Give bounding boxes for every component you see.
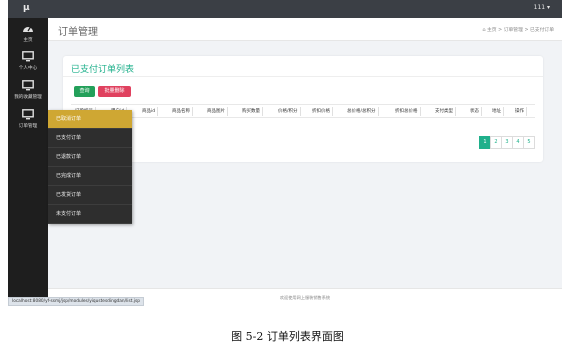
column-header-product-image[interactable]: 商品图片: [207, 105, 228, 118]
monitor-icon: [22, 51, 34, 62]
breadcrumb-home[interactable]: 主页: [487, 28, 497, 33]
sidebar-item-label: 个人中心: [18, 66, 38, 71]
column-header-discount-total[interactable]: 折扣总价格: [395, 105, 420, 118]
sidebar: 主页 个人中心 我的收藏管理 订单管理: [8, 18, 48, 306]
monitor-icon: [22, 80, 34, 91]
figure-caption: 图 5-2 订单列表界面图: [231, 330, 344, 343]
submenu-item-completed-orders[interactable]: 已完成订单: [48, 167, 132, 186]
submenu-item-refunded-orders[interactable]: 已退款订单: [48, 148, 132, 167]
sidebar-item-label: 订单管理: [18, 124, 38, 129]
breadcrumb-separator: >: [524, 28, 529, 33]
browser-status-url: localhost:8080/yf-ssmj/jsp/modules/yiqus…: [8, 297, 144, 306]
page-title: 订单管理: [58, 27, 98, 38]
top-navbar: μ 111 ▾: [8, 0, 562, 18]
home-icon: ⌂: [482, 28, 486, 33]
sidebar-item-label: 我的收藏管理: [14, 95, 42, 100]
column-header-actions: 操作: [515, 105, 527, 118]
column-header-status[interactable]: 状态: [470, 105, 482, 118]
sidebar-item-orders[interactable]: 订单管理: [8, 106, 48, 132]
sidebar-item-favorites[interactable]: 我的收藏管理: [8, 77, 48, 103]
sidebar-item-label: 主页: [23, 38, 33, 43]
column-header-product-id[interactable]: 商品id: [142, 105, 159, 118]
submenu-item-paid-orders[interactable]: 已支付订单: [48, 129, 132, 148]
column-header-address[interactable]: 地址: [492, 105, 504, 118]
column-header-total-price[interactable]: 总价格/总积分: [347, 105, 378, 118]
page-button-5[interactable]: 5: [523, 136, 535, 149]
breadcrumb-current: 已支付订单: [530, 28, 554, 33]
card-title: 已支付订单列表: [71, 65, 135, 75]
submenu-item-unpaid-orders[interactable]: 未支付订单: [48, 205, 132, 224]
submenu-item-shipped-orders[interactable]: 已发货订单: [48, 186, 132, 205]
pagination: 1 2 3 4 5: [479, 136, 535, 149]
breadcrumb: ⌂ 主页 > 订单管理 > 已支付订单: [482, 26, 554, 33]
orders-submenu: 已取消订单 已支付订单 已退款订单 已完成订单 已发货订单 未支付订单: [48, 110, 132, 224]
table-header: 订单编号 用户id 商品id 商品名称 商品图片 购买数量 价格/积分 折扣价格…: [71, 104, 535, 118]
column-header-payment-type[interactable]: 支付类型: [435, 105, 456, 118]
dashboard-icon: [23, 26, 33, 32]
user-menu[interactable]: 111 ▾: [534, 4, 550, 11]
column-header-quantity[interactable]: 购买数量: [242, 105, 263, 118]
submenu-item-cancelled-orders[interactable]: 已取消订单: [48, 110, 132, 129]
column-header-discount-price[interactable]: 折扣价格: [312, 105, 333, 118]
column-header-product-name[interactable]: 商品名称: [172, 105, 193, 118]
app-window: μ 111 ▾ 主页 个人中心 我的收藏管理 订单管理 订单管理 ⌂ 主页 > …: [8, 0, 562, 306]
sidebar-item-profile[interactable]: 个人中心: [8, 48, 48, 74]
app-logo: μ: [23, 3, 30, 13]
breadcrumb-section[interactable]: 订单管理: [504, 28, 523, 33]
column-header-price[interactable]: 价格/积分: [278, 105, 301, 118]
order-list-card: 已支付订单列表 查询 批量删除 订单编号 用户id 商品id 商品名称 商品图片…: [63, 56, 543, 162]
search-button[interactable]: 查询: [74, 86, 95, 97]
divider: [63, 76, 543, 77]
sidebar-item-home[interactable]: 主页: [8, 20, 48, 46]
batch-delete-button[interactable]: 批量删除: [98, 86, 131, 97]
monitor-icon: [22, 109, 34, 120]
page-header: 订单管理 ⌂ 主页 > 订单管理 > 已支付订单: [48, 18, 562, 41]
breadcrumb-separator: >: [498, 28, 503, 33]
